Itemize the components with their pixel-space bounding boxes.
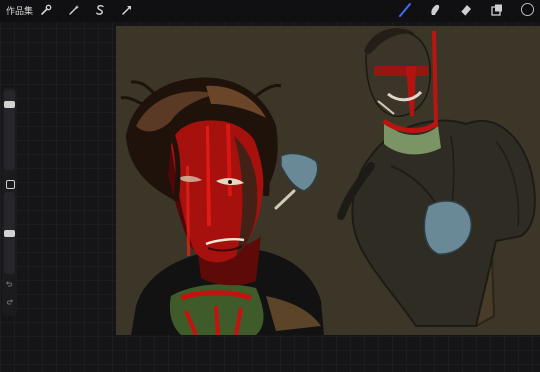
redo-icon[interactable] — [5, 298, 14, 307]
opacity-handle[interactable] — [4, 230, 15, 237]
transform-s-icon[interactable] — [92, 2, 108, 18]
adjustments-wrench-icon[interactable] — [38, 2, 54, 18]
selection-wand-icon[interactable] — [66, 2, 82, 18]
gallery-button[interactable]: 作品集 — [6, 4, 33, 17]
layers-icon[interactable] — [489, 2, 505, 18]
sketch-seated-man — [274, 28, 536, 327]
portrait-bloody-face — [120, 77, 324, 335]
left-sidebar — [2, 88, 17, 316]
eraser-icon[interactable] — [458, 2, 474, 18]
drawing-canvas[interactable] — [116, 26, 540, 335]
brush-size-handle[interactable] — [4, 101, 15, 108]
opacity-slider[interactable] — [4, 192, 15, 274]
top-toolbar: 作品集 — [0, 0, 540, 22]
undo-icon[interactable] — [5, 280, 14, 289]
actions-arrow-icon[interactable] — [119, 2, 135, 18]
brush-icon[interactable] — [397, 2, 413, 18]
brush-size-slider[interactable] — [4, 90, 15, 170]
modify-button[interactable] — [6, 180, 15, 189]
color-swatch[interactable] — [521, 3, 534, 16]
artwork — [120, 28, 536, 335]
smudge-icon[interactable] — [427, 2, 443, 18]
